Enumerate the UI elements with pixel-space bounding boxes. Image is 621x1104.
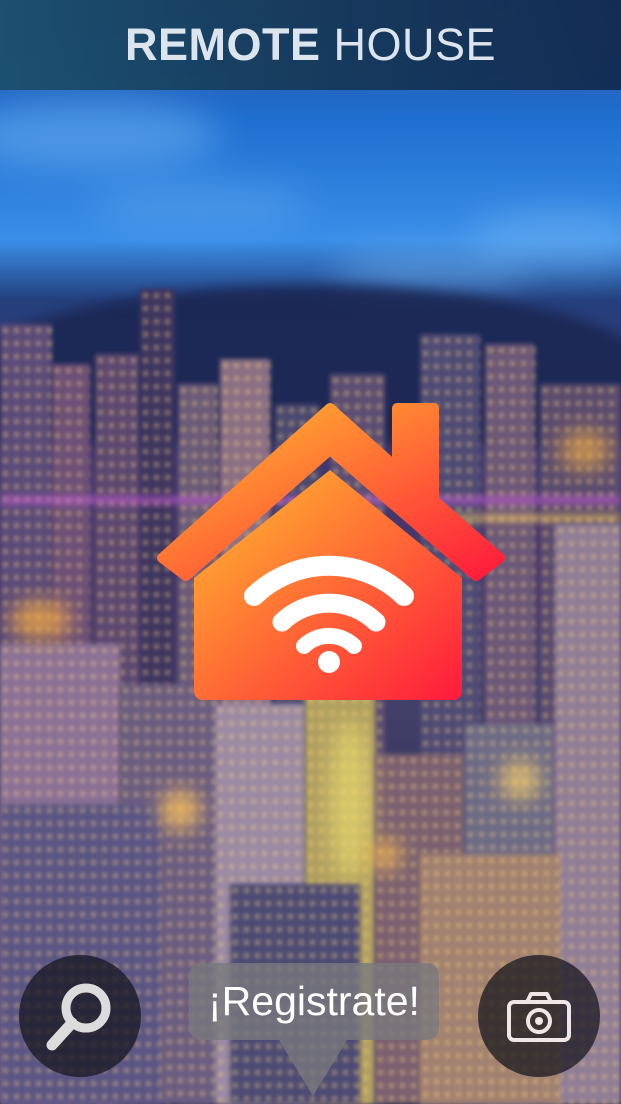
camera-button[interactable] [478, 955, 600, 1077]
house-wifi-icon [142, 400, 514, 702]
bubble-tail [279, 1040, 347, 1096]
register-button[interactable]: ¡Registrate! [189, 963, 439, 1096]
magnifier-icon [46, 983, 111, 1051]
register-label: ¡Registrate! [208, 978, 420, 1024]
app-title: REMOTE HOUSE [125, 19, 496, 71]
search-button[interactable] [19, 955, 141, 1077]
header-bar: REMOTE HOUSE [0, 0, 621, 90]
app-title-light: HOUSE [333, 19, 497, 70]
camera-icon [507, 992, 571, 1042]
app-title-bold: REMOTE [124, 19, 321, 70]
